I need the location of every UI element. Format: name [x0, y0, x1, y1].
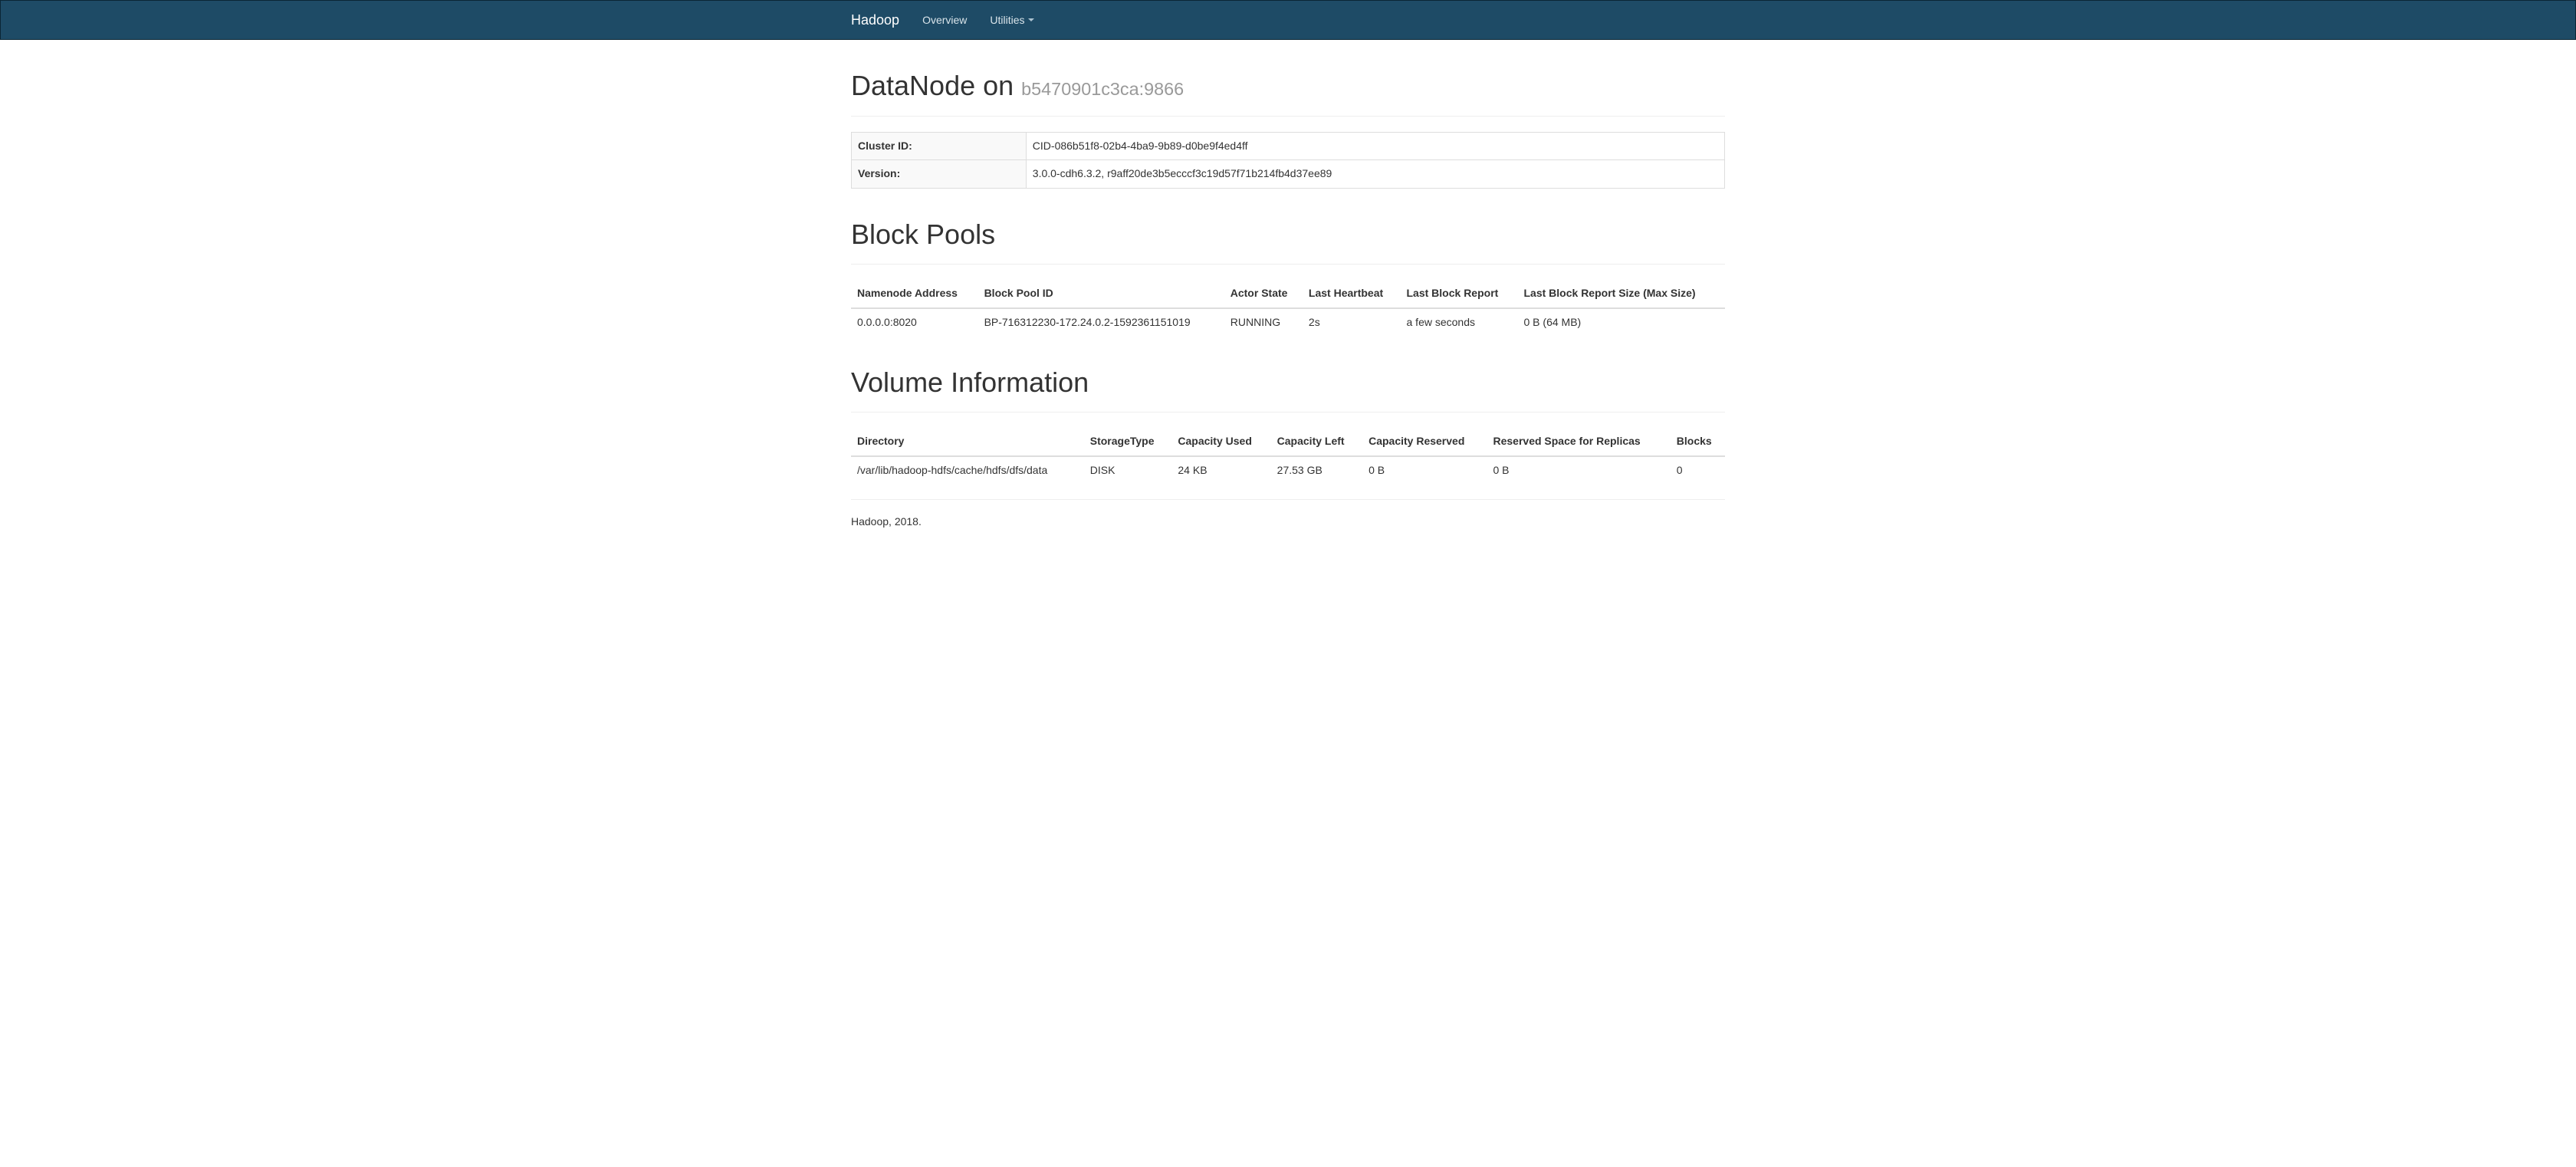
cell-reserved: 0 B — [1362, 456, 1487, 485]
block-pools-header: Block Pools — [851, 219, 1725, 265]
col-capacity-reserved: Capacity Reserved — [1362, 428, 1487, 456]
page-title-prefix: DataNode on — [851, 70, 1021, 101]
navbar-brand[interactable]: Hadoop — [851, 1, 911, 39]
cluster-info-table: Cluster ID: CID-086b51f8-02b4-4ba9-9b89-… — [851, 132, 1725, 189]
nav-utilities-label: Utilities — [990, 14, 1024, 26]
col-blocks: Blocks — [1671, 428, 1725, 456]
col-storage-type: StorageType — [1084, 428, 1172, 456]
footer-text: Hadoop, 2018. — [851, 515, 1725, 528]
nav-utilities-dropdown[interactable]: Utilities — [978, 2, 1045, 38]
col-block-pool-id: Block Pool ID — [978, 280, 1224, 308]
col-last-block-report-size: Last Block Report Size (Max Size) — [1518, 280, 1726, 308]
version-label: Version: — [852, 160, 1027, 189]
table-row: Version: 3.0.0-cdh6.3.2, r9aff20de3b5ecc… — [852, 160, 1725, 189]
cell-blocks: 0 — [1671, 456, 1725, 485]
cell-namenode: 0.0.0.0:8020 — [851, 308, 978, 337]
volume-info-table: Directory StorageType Capacity Used Capa… — [851, 428, 1725, 484]
page-title: DataNode on b5470901c3ca:9866 — [851, 71, 1725, 101]
col-capacity-used: Capacity Used — [1171, 428, 1270, 456]
cell-heartbeat: 2s — [1303, 308, 1401, 337]
cell-replicas: 0 B — [1487, 456, 1670, 485]
col-reserved-replicas: Reserved Space for Replicas — [1487, 428, 1670, 456]
version-value: 3.0.0-cdh6.3.2, r9aff20de3b5ecccf3c19d57… — [1026, 160, 1724, 189]
table-row: Cluster ID: CID-086b51f8-02b4-4ba9-9b89-… — [852, 132, 1725, 160]
chevron-down-icon — [1028, 18, 1034, 21]
col-capacity-left: Capacity Left — [1271, 428, 1362, 456]
cell-report-size: 0 B (64 MB) — [1518, 308, 1726, 337]
table-row: /var/lib/hadoop-hdfs/cache/hdfs/dfs/data… — [851, 456, 1725, 485]
cell-state: RUNNING — [1224, 308, 1303, 337]
nav-overview[interactable]: Overview — [911, 2, 978, 38]
cell-directory: /var/lib/hadoop-hdfs/cache/hdfs/dfs/data — [851, 456, 1084, 485]
page-header: DataNode on b5470901c3ca:9866 — [851, 71, 1725, 117]
col-namenode-address: Namenode Address — [851, 280, 978, 308]
block-pools-table: Namenode Address Block Pool ID Actor Sta… — [851, 280, 1725, 336]
cluster-id-label: Cluster ID: — [852, 132, 1027, 160]
divider — [851, 499, 1725, 500]
cell-bpid: BP-716312230-172.24.0.2-1592361151019 — [978, 308, 1224, 337]
block-pools-heading: Block Pools — [851, 219, 1725, 250]
volume-info-header: Volume Information — [851, 367, 1725, 413]
col-last-heartbeat: Last Heartbeat — [1303, 280, 1401, 308]
table-row: 0.0.0.0:8020 BP-716312230-172.24.0.2-159… — [851, 308, 1725, 337]
cell-left: 27.53 GB — [1271, 456, 1362, 485]
cell-used: 24 KB — [1171, 456, 1270, 485]
col-last-block-report: Last Block Report — [1401, 280, 1518, 308]
col-actor-state: Actor State — [1224, 280, 1303, 308]
cluster-id-value: CID-086b51f8-02b4-4ba9-9b89-d0be9f4ed4ff — [1026, 132, 1724, 160]
volume-info-heading: Volume Information — [851, 367, 1725, 398]
col-directory: Directory — [851, 428, 1084, 456]
cell-storage-type: DISK — [1084, 456, 1172, 485]
page-title-host: b5470901c3ca:9866 — [1021, 79, 1184, 99]
navbar: Hadoop Overview Utilities — [0, 0, 2576, 40]
cell-last-report: a few seconds — [1401, 308, 1518, 337]
